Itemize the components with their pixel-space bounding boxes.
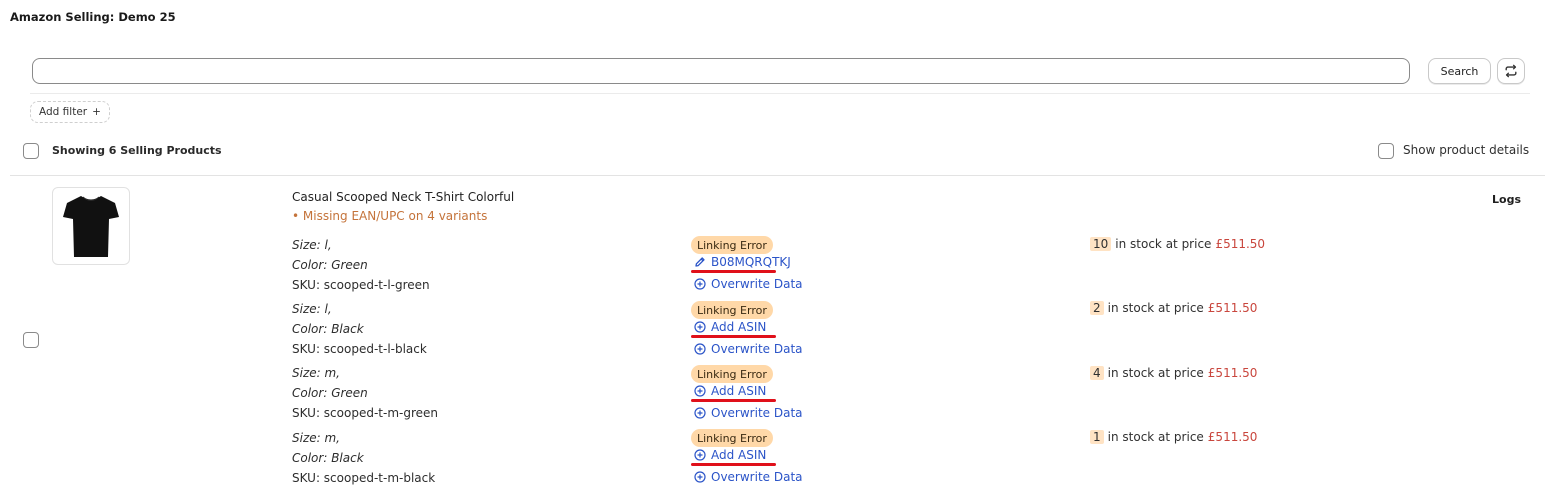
logs-link[interactable]: Logs bbox=[1492, 193, 1521, 206]
highlight-underline bbox=[691, 270, 776, 273]
stock-info: 2 in stock at price £511.50 bbox=[1090, 301, 1257, 315]
price-value: £511.50 bbox=[1215, 237, 1266, 251]
plus-icon: + bbox=[92, 106, 101, 118]
stock-text: in stock at price bbox=[1115, 237, 1212, 251]
overwrite-data-link[interactable]: Overwrite Data bbox=[694, 470, 803, 484]
pencil-icon bbox=[694, 256, 706, 268]
edit-asin-link[interactable]: B08MQRQTKJ bbox=[694, 255, 791, 269]
product-warning: • Missing EAN/UPC on 4 variants bbox=[292, 209, 488, 223]
list-divider bbox=[10, 175, 1545, 176]
select-all-checkbox[interactable] bbox=[23, 143, 39, 159]
search-button[interactable]: Search bbox=[1428, 58, 1491, 84]
divider bbox=[30, 93, 1530, 94]
add-asin-label: Add ASIN bbox=[711, 320, 767, 334]
add-asin-label: Add ASIN bbox=[711, 384, 767, 398]
add-asin-link[interactable]: Add ASIN bbox=[694, 384, 766, 398]
add-asin-link[interactable]: Add ASIN bbox=[694, 320, 766, 334]
plus-circle-icon bbox=[694, 343, 706, 355]
highlight-underline bbox=[691, 463, 776, 466]
add-filter-button[interactable]: Add filter + bbox=[30, 101, 110, 123]
highlight-underline bbox=[691, 399, 776, 402]
overwrite-data-label: Overwrite Data bbox=[711, 277, 803, 291]
overwrite-data-label: Overwrite Data bbox=[711, 406, 803, 420]
price-value: £511.50 bbox=[1207, 430, 1258, 444]
product-title[interactable]: Casual Scooped Neck T-Shirt Colorful bbox=[292, 190, 514, 204]
status-badge: Linking Error bbox=[691, 429, 773, 447]
price-value: £511.50 bbox=[1207, 301, 1258, 315]
stock-info: 10 in stock at price £511.50 bbox=[1090, 237, 1265, 251]
show-details-label: Show product details bbox=[1403, 143, 1530, 157]
variant-size: Size: l, bbox=[292, 302, 332, 316]
stock-quantity: 10 bbox=[1090, 237, 1112, 251]
stock-info: 4 in stock at price £511.50 bbox=[1090, 366, 1257, 380]
plus-circle-icon bbox=[694, 278, 706, 290]
plus-circle-icon bbox=[694, 407, 706, 419]
refresh-icon bbox=[1504, 64, 1518, 78]
stock-info: 1 in stock at price £511.50 bbox=[1090, 430, 1257, 444]
variant-sku: SKU: scooped-t-m-green bbox=[292, 406, 438, 420]
show-details-checkbox[interactable] bbox=[1378, 143, 1394, 159]
status-badge: Linking Error bbox=[691, 301, 773, 319]
variant-sku: SKU: scooped-t-l-green bbox=[292, 278, 430, 292]
overwrite-data-link[interactable]: Overwrite Data bbox=[694, 342, 803, 356]
status-badge: Linking Error bbox=[691, 236, 773, 254]
variant-size: Size: m, bbox=[292, 431, 340, 445]
overwrite-data-link[interactable]: Overwrite Data bbox=[694, 277, 803, 291]
overwrite-data-label: Overwrite Data bbox=[711, 342, 803, 356]
variant-color: Color: Green bbox=[292, 386, 368, 400]
refresh-button[interactable] bbox=[1497, 58, 1525, 84]
stock-text: in stock at price bbox=[1107, 301, 1204, 315]
search-input[interactable] bbox=[32, 58, 1410, 84]
add-asin-label: Add ASIN bbox=[711, 448, 767, 462]
variant-color: Color: Green bbox=[292, 258, 368, 272]
stock-quantity: 2 bbox=[1090, 301, 1104, 315]
variant-size: Size: l, bbox=[292, 238, 332, 252]
add-asin-link[interactable]: Add ASIN bbox=[694, 448, 766, 462]
stock-text: in stock at price bbox=[1107, 430, 1204, 444]
plus-circle-icon bbox=[694, 385, 706, 397]
asin-value: B08MQRQTKJ bbox=[711, 255, 791, 269]
plus-circle-icon bbox=[694, 471, 706, 483]
plus-circle-icon bbox=[694, 321, 706, 333]
add-filter-label: Add filter bbox=[39, 106, 88, 118]
overwrite-data-link[interactable]: Overwrite Data bbox=[694, 406, 803, 420]
stock-quantity: 4 bbox=[1090, 366, 1104, 380]
showing-count-label: Showing 6 Selling Products bbox=[52, 144, 222, 157]
highlight-underline bbox=[691, 335, 776, 338]
stock-text: in stock at price bbox=[1107, 366, 1204, 380]
price-value: £511.50 bbox=[1207, 366, 1258, 380]
product-image[interactable] bbox=[52, 187, 130, 265]
variant-sku: SKU: scooped-t-m-black bbox=[292, 471, 436, 485]
product-row-checkbox[interactable] bbox=[23, 332, 39, 348]
overwrite-data-label: Overwrite Data bbox=[711, 470, 803, 484]
variant-size: Size: m, bbox=[292, 366, 340, 380]
variant-color: Color: Black bbox=[292, 322, 364, 336]
plus-circle-icon bbox=[694, 449, 706, 461]
warning-text: Missing EAN/UPC on 4 variants bbox=[302, 209, 488, 223]
tshirt-icon bbox=[61, 191, 121, 261]
page-title: Amazon Selling: Demo 25 bbox=[10, 10, 176, 24]
variant-color: Color: Black bbox=[292, 451, 364, 465]
status-badge: Linking Error bbox=[691, 365, 773, 383]
stock-quantity: 1 bbox=[1090, 430, 1104, 444]
variant-sku: SKU: scooped-t-l-black bbox=[292, 342, 427, 356]
